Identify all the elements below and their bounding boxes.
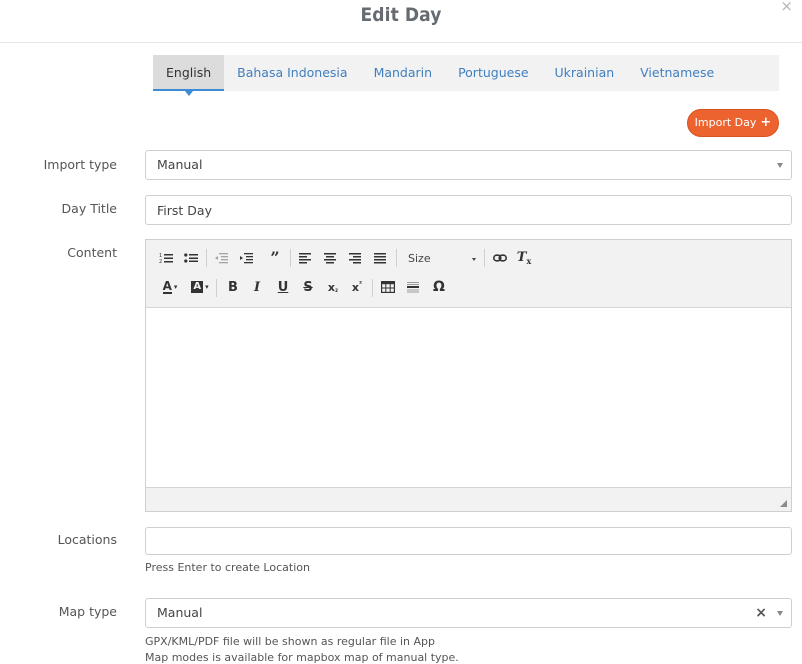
outdent-icon[interactable] [212, 249, 230, 267]
underline-icon[interactable]: U [274, 278, 292, 296]
day-title-input[interactable] [145, 195, 792, 225]
align-right-icon[interactable] [346, 249, 364, 267]
rich-text-editor: 12 ” Size T x A ▾ A ▾ B I U S x ₂ x ² Ω [145, 239, 792, 512]
toolbar-separator [396, 249, 397, 267]
day-title-label: Day Title [61, 201, 117, 216]
bold-icon[interactable]: B [224, 278, 242, 296]
remove-format-icon[interactable]: Tx [515, 248, 533, 267]
bulleted-list-icon[interactable] [182, 249, 200, 267]
align-center-icon[interactable] [321, 249, 339, 267]
font-size-label: Size [408, 252, 431, 265]
toolbar-separator [372, 279, 373, 297]
tab-english[interactable]: English [153, 55, 225, 96]
tab-portuguese[interactable]: Portuguese [445, 55, 541, 91]
map-type-help-line-1: GPX/KML/PDF file will be shown as regula… [145, 635, 435, 648]
import-day-button[interactable]: Import Day + [687, 109, 779, 137]
toolbar-separator [216, 279, 217, 297]
chevron-down-icon [472, 258, 476, 261]
tab-ukrainian[interactable]: Ukrainian [542, 55, 628, 91]
locations-label: Locations [57, 532, 117, 547]
modal-title: Edit Day [360, 4, 442, 26]
italic-icon[interactable]: I [248, 278, 266, 296]
table-icon[interactable] [379, 278, 397, 296]
import-type-label: Import type [43, 157, 117, 172]
clear-icon[interactable]: × [755, 599, 767, 627]
plus-icon: + [760, 115, 772, 130]
tab-vietnamese[interactable]: Vietnamese [627, 55, 727, 91]
link-icon[interactable] [491, 249, 509, 267]
subscript-icon[interactable]: x₂ [324, 278, 342, 296]
locations-input[interactable] [145, 527, 792, 555]
justify-icon[interactable] [371, 249, 389, 267]
special-char-icon[interactable]: Ω [430, 278, 448, 296]
horizontal-line-icon[interactable] [404, 278, 422, 296]
toolbar-separator [206, 249, 207, 267]
map-type-select[interactable]: Manual × [145, 598, 792, 628]
superscript-icon[interactable]: x² [348, 278, 366, 296]
close-icon[interactable]: × [780, 0, 793, 14]
chevron-down-icon [777, 611, 783, 616]
text-color-icon[interactable]: A ▾ [158, 278, 182, 296]
import-type-value: Manual [157, 157, 203, 172]
editor-toolbar: 12 ” Size T x A ▾ A ▾ B I U S x ₂ x ² Ω [146, 240, 791, 308]
map-type-help-line-2: Map modes is available for mapbox map of… [145, 651, 459, 664]
numbered-list-icon[interactable]: 12 [157, 249, 175, 267]
font-size-select[interactable]: Size [402, 250, 480, 268]
tab-mandarin[interactable]: Mandarin [361, 55, 446, 91]
editor-statusbar [146, 487, 791, 511]
day-title-field[interactable] [157, 196, 791, 224]
background-color-icon[interactable]: A ▾ [188, 278, 212, 296]
strikethrough-icon[interactable]: S [299, 278, 317, 296]
blockquote-icon[interactable]: ” [266, 248, 284, 267]
editor-content-area[interactable] [146, 308, 791, 488]
tab-bahasa-indonesia[interactable]: Bahasa Indonesia [224, 55, 360, 91]
toolbar-separator [290, 249, 291, 267]
language-tabs: English Bahasa Indonesia Mandarin Portug… [153, 55, 779, 96]
chevron-down-icon [777, 163, 783, 168]
map-type-value: Manual [157, 605, 203, 620]
content-label: Content [67, 245, 117, 260]
import-day-label: Import Day [694, 116, 757, 129]
modal-header: Edit Day × [0, 0, 802, 43]
resize-handle-icon[interactable] [780, 500, 787, 507]
map-type-label: Map type [58, 604, 117, 619]
indent-icon[interactable] [237, 249, 255, 267]
locations-help-text: Press Enter to create Location [145, 561, 310, 574]
align-left-icon[interactable] [296, 249, 314, 267]
svg-text:2: 2 [159, 259, 162, 264]
import-type-select[interactable]: Manual [145, 150, 792, 180]
toolbar-separator [484, 249, 485, 267]
locations-field[interactable] [157, 528, 791, 555]
